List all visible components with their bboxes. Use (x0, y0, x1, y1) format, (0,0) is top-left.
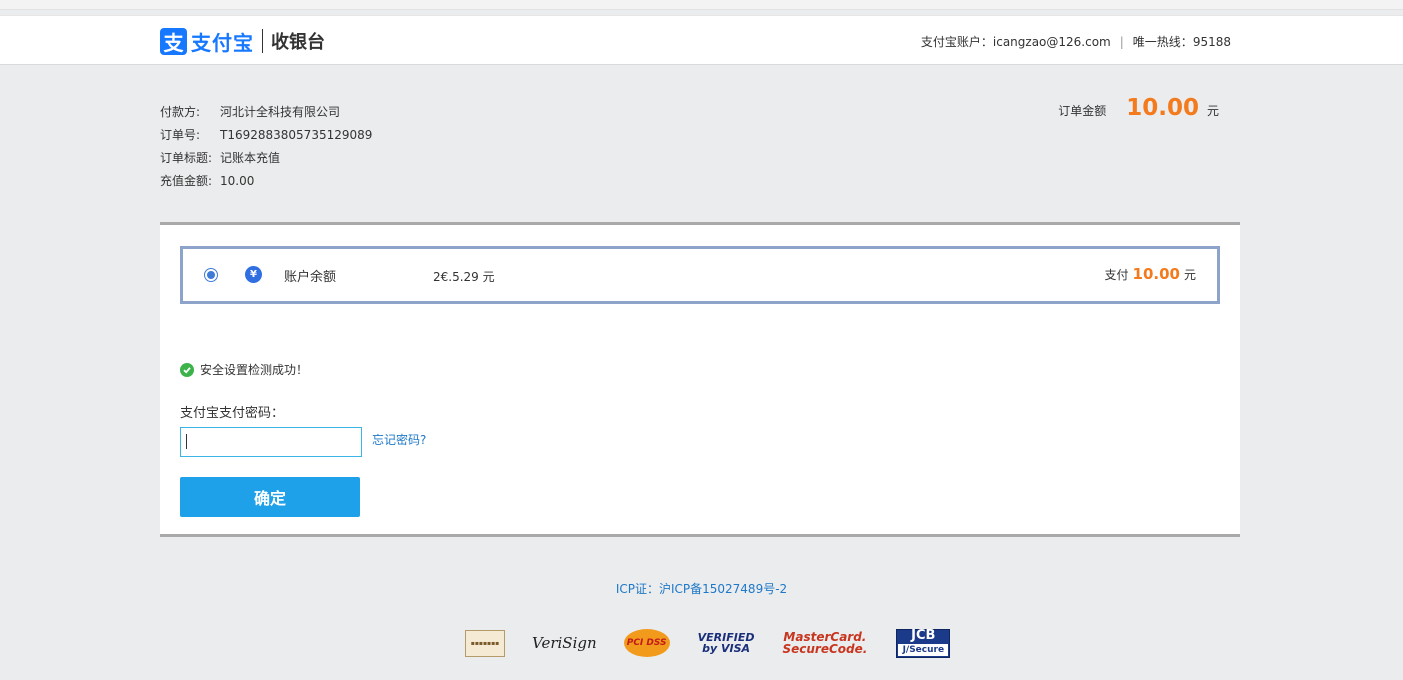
cashier-title: 收银台 (271, 32, 325, 53)
order-row-amount: 充值金额: 10.00 (160, 173, 372, 196)
password-input[interactable] (180, 427, 362, 457)
jcb-jsecure-badge: JCB J/Secure (896, 628, 951, 658)
account-label: 支付宝账户： (920, 35, 993, 49)
order-number-value: T1692883805735129089 (220, 128, 373, 142)
pay-amount-value: 10.00 (1132, 265, 1180, 283)
mastercard-line-2: SecureCode. (782, 642, 868, 656)
logo-text: 支付宝 (191, 30, 254, 55)
payment-method-name: 账户余额 (284, 270, 337, 285)
browser-top-strip (0, 0, 1403, 10)
payer-value: 河北计全科技有限公司 (220, 105, 341, 119)
balance-icon: ¥ (245, 266, 262, 283)
payment-method-radio[interactable] (204, 268, 218, 282)
radio-selected-dot (207, 271, 215, 279)
verified-by-visa-badge: VERIFIED by VISA (698, 629, 755, 657)
payment-method-balance[interactable]: ¥ 账户余额 2€.5.29 元 支付 10.00 元 (180, 246, 1220, 304)
pay-unit: 元 (1183, 268, 1196, 282)
pci-dss-badge: PCI DSS (623, 629, 670, 657)
order-number-label: 订单号: (160, 128, 201, 142)
jcb-line-2: J/Secure (898, 644, 949, 656)
order-title-label: 订单标题: (160, 151, 213, 165)
header-bar: 支 支付宝 收银台 支付宝账户： icangzao@126.com | 唯一热线… (0, 15, 1403, 65)
mastercard-securecode-badge: MasterCard. SecureCode. (782, 629, 867, 657)
recharge-amount-value: 10.00 (220, 174, 255, 188)
text-caret (186, 434, 187, 449)
password-label: 支付宝支付密码： (180, 406, 285, 421)
header-account-info: 支付宝账户： icangzao@126.com | 唯一热线： 95188 (921, 33, 1231, 50)
order-row-payer: 付款方: 河北计全科技有限公司 (160, 104, 372, 127)
security-badges: ▪▪▪▪▪▪▪ VeriSign PCI DSS VERIFIED by VIS… (465, 628, 951, 658)
order-title-value: 记账本充值 (220, 151, 281, 165)
recharge-amount-label: 充值金额: (160, 174, 213, 188)
jcb-line-1: JCB (911, 628, 936, 643)
security-message: 安全设置检测成功！ (200, 363, 309, 377)
verisign-badge: VeriSign (532, 634, 597, 652)
order-row-title: 订单标题: 记账本充值 (160, 150, 372, 173)
hotline-value: 95188 (1192, 34, 1231, 49)
order-row-number: 订单号: T1692883805735129089 (160, 127, 372, 150)
confirm-button[interactable]: 确定 (180, 477, 360, 517)
icp-link[interactable]: ICP证：沪ICP备15027489号-2 (0, 580, 1403, 597)
trust-certificate-badge: ▪▪▪▪▪▪▪ (465, 629, 505, 657)
hotline-label: 唯一热线： (1132, 35, 1193, 49)
order-amount-unit: 元 (1206, 104, 1219, 118)
pay-label: 支付 (1104, 268, 1129, 282)
alipay-logo-icon: 支 (160, 27, 187, 55)
order-amount-label: 订单金额 (1058, 104, 1107, 118)
alipay-logo[interactable]: 支 支付宝 收银台 (160, 27, 325, 55)
account-value: icangzao@126.com (992, 34, 1111, 49)
check-circle-icon (180, 362, 194, 377)
header-divider: | (1119, 34, 1124, 49)
order-info: 付款方: 河北计全科技有限公司 订单号: T169288380573512908… (160, 104, 372, 196)
order-amount: 订单金额 10.00 元 (1058, 95, 1219, 121)
account-balance: 2€.5.29 元 (433, 270, 495, 284)
payment-panel: ¥ 账户余额 2€.5.29 元 支付 10.00 元 安全设置检测成功！ 支付… (160, 222, 1240, 537)
security-check: 安全设置检测成功！ (180, 361, 308, 378)
visa-line-2: by VISA (702, 642, 751, 655)
payer-label: 付款方: (160, 105, 201, 119)
logo-divider (262, 29, 263, 53)
forgot-password-link[interactable]: 忘记密码? (372, 431, 426, 448)
order-amount-value: 10.00 (1126, 95, 1199, 121)
payment-amount: 支付 10.00 元 (1105, 265, 1196, 283)
